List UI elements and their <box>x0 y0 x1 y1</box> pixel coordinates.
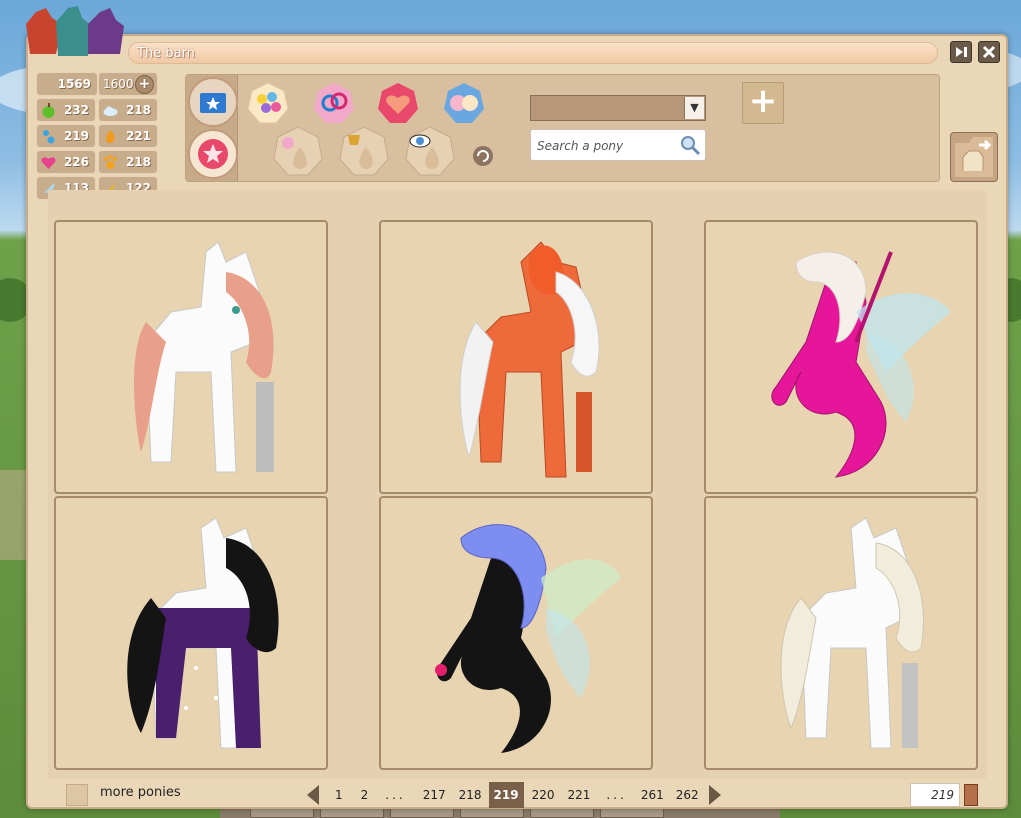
page-link[interactable]: 2 <box>352 782 378 808</box>
window-title: The barn <box>137 46 195 61</box>
pony-card[interactable] <box>704 496 978 770</box>
filter-toolbar: ▼ + <box>185 74 940 182</box>
pony-transfer-icon <box>955 137 993 177</box>
stat-cloud: 218 <box>98 98 158 122</box>
sort-dropdown[interactable]: ▼ <box>530 95 706 121</box>
page-link[interactable]: 262 <box>670 782 707 808</box>
page-ellipsis: ... <box>606 788 627 802</box>
search-box <box>530 129 706 161</box>
side-tabs <box>186 75 238 181</box>
current-page: 219 <box>488 782 524 808</box>
unicorn-slot-icon[interactable] <box>270 123 326 179</box>
page-link[interactable]: 218 <box>455 782 486 808</box>
next-page-icon[interactable] <box>707 783 723 807</box>
star-badge-icon <box>198 139 228 169</box>
stat-apple: 232 <box>36 98 96 122</box>
fire-icon <box>106 130 115 143</box>
page-ellipsis: ... <box>385 788 406 802</box>
breed-colors-filter-icon[interactable] <box>246 81 290 125</box>
love-filter-icon[interactable] <box>376 81 420 125</box>
money-value: 1569 <box>57 77 91 91</box>
folder-star-icon <box>200 93 226 113</box>
chevron-down-icon[interactable]: ▼ <box>684 97 704 119</box>
magnifier-icon[interactable] <box>679 134 701 156</box>
money-max-value: 1600 <box>103 77 134 91</box>
search-input[interactable] <box>537 136 677 156</box>
pony-card[interactable] <box>379 496 653 770</box>
page-link[interactable]: 220 <box>527 782 560 808</box>
pony-white-cream-image <box>780 517 925 749</box>
pager: 1 2 ... 217 218 219 220 221 ... 261 262 <box>305 782 723 808</box>
pony-card[interactable] <box>54 220 328 494</box>
page-link[interactable]: 217 <box>414 782 455 808</box>
money-max-stat: 1600 + <box>98 72 158 96</box>
stat-value: 232 <box>63 103 89 117</box>
stat-pawprint-orange: 218 <box>98 150 158 174</box>
stat-pawprint-blue: 219 <box>36 124 96 148</box>
transfer-pony-button[interactable] <box>950 132 998 182</box>
eye-slot-icon[interactable] <box>402 123 458 179</box>
pawprint-orange-icon <box>104 155 117 169</box>
barn-window: The barn 1569 1600 + 232 218 219 221 226… <box>26 34 1008 809</box>
stat-value: 219 <box>63 129 89 143</box>
pony-logo-icon <box>26 6 124 56</box>
gender-filter-icon[interactable] <box>312 81 356 125</box>
breeding-filter-icon[interactable] <box>442 81 486 125</box>
pagination-bar: more ponies 1 2 ... 217 218 219 220 221 … <box>28 780 1006 810</box>
close-icon <box>982 45 996 59</box>
pony-card[interactable] <box>704 220 978 494</box>
stat-fire: 221 <box>98 124 158 148</box>
cloud-icon <box>103 106 118 116</box>
apple-icon <box>42 103 55 118</box>
more-ponies-checkbox[interactable] <box>66 784 88 806</box>
pony-grid <box>48 190 986 779</box>
tab-favorites[interactable] <box>188 129 238 179</box>
go-page-button[interactable] <box>964 784 978 806</box>
page-link[interactable]: 221 <box>560 782 599 808</box>
tab-folder[interactable] <box>188 77 238 127</box>
title-bar[interactable]: The barn <box>128 42 938 64</box>
stat-value: 218 <box>125 103 151 117</box>
page-link[interactable]: 1 <box>321 782 352 808</box>
more-ponies-label: more ponies <box>100 785 181 800</box>
pony-purple-starry-image <box>127 517 279 749</box>
pony-black-blue-seapony-image <box>435 524 621 753</box>
refresh-icon[interactable] <box>472 145 494 167</box>
stat-value: 226 <box>63 155 89 169</box>
stat-heart: 226 <box>36 150 96 174</box>
pony-orange-white-image <box>459 241 600 478</box>
pony-card[interactable] <box>54 496 328 770</box>
trophy-slot-icon[interactable] <box>336 123 392 179</box>
money-stat: 1569 <box>36 72 98 96</box>
prev-page-icon[interactable] <box>305 783 321 807</box>
page-number-input[interactable]: 219 <box>910 783 960 807</box>
pawprint-blue-icon <box>43 130 55 144</box>
skip-icon <box>956 47 967 57</box>
pony-magenta-seapony-image <box>771 251 951 478</box>
heart-icon <box>41 157 56 169</box>
buy-money-button[interactable]: + <box>135 75 154 94</box>
close-button[interactable] <box>978 41 1000 63</box>
stat-value: 218 <box>125 155 151 169</box>
pony-white-pink-image <box>134 241 274 473</box>
add-filter-button[interactable]: + <box>742 82 784 124</box>
page-link[interactable]: 261 <box>635 782 670 808</box>
stat-value: 221 <box>125 129 151 143</box>
minimize-button[interactable] <box>950 41 972 63</box>
pony-card[interactable] <box>379 220 653 494</box>
